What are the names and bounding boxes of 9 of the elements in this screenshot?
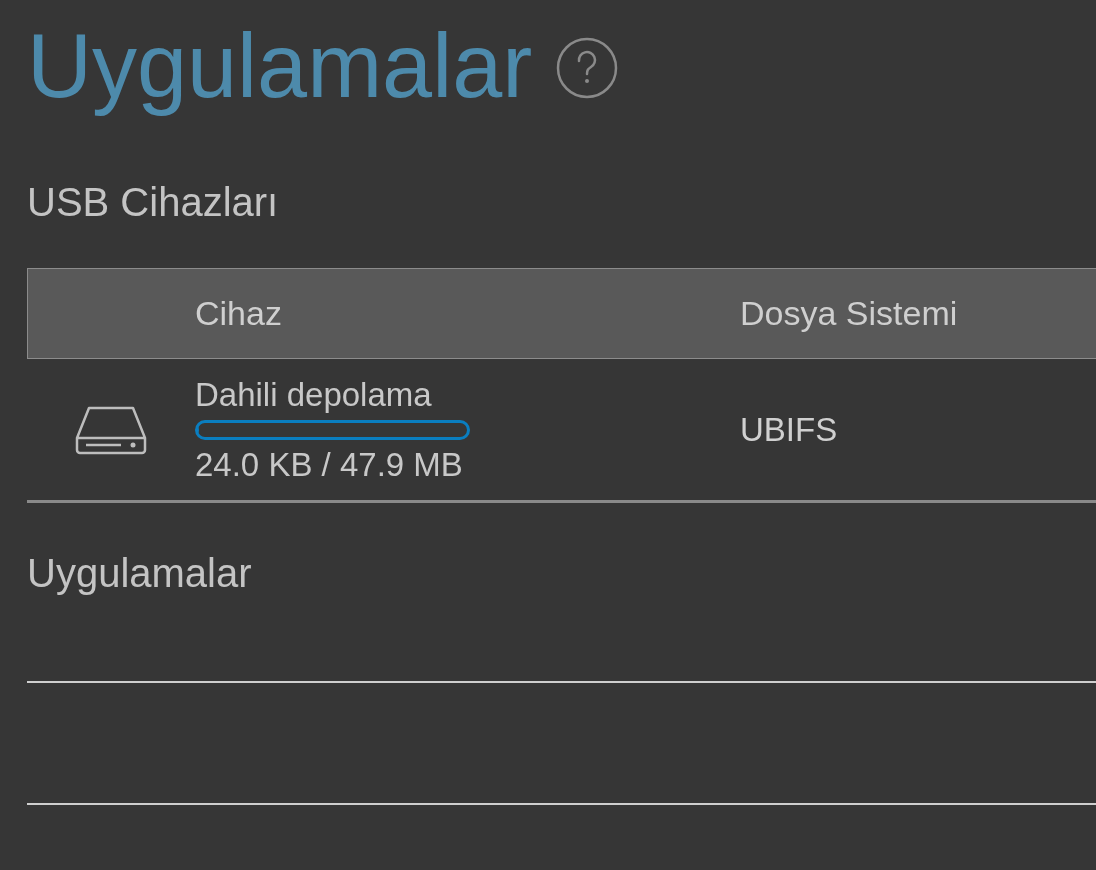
page-title: Uygulamalar bbox=[27, 15, 533, 118]
usage-text: 24.0 KB / 47.9 MB bbox=[195, 445, 464, 484]
device-name: Dahili depolama bbox=[195, 375, 433, 414]
section-heading: USB Cihazları bbox=[27, 180, 280, 224]
section-heading: Uygulamalar bbox=[27, 551, 253, 595]
column-header: Cihaz bbox=[195, 294, 282, 332]
help-icon[interactable] bbox=[556, 37, 619, 99]
column-header: Dosya Sistemi bbox=[740, 294, 958, 332]
table-cell: UBIFS bbox=[740, 410, 838, 448]
